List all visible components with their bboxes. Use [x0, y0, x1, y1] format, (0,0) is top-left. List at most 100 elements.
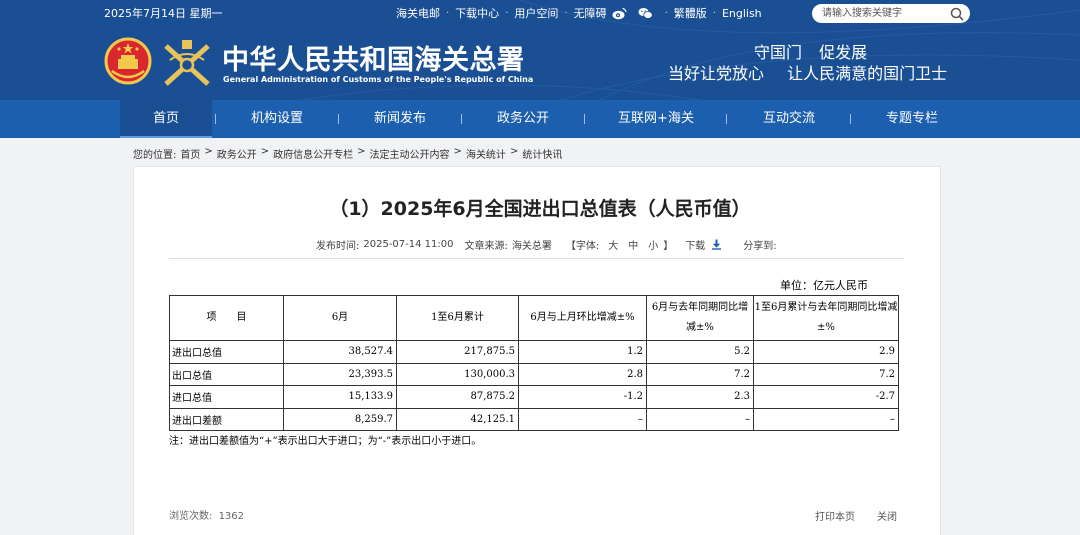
- footer-actions: 打印本页 关闭: [815, 508, 919, 523]
- col-header-june: 6月: [283, 295, 397, 341]
- table-cell: 7.2: [646, 362, 754, 386]
- slogan-line-2: 当好让党放心 让人民满意的国门卫士: [668, 64, 948, 83]
- col-header-jan-jun-cumulative: 1至6月累计: [396, 295, 519, 341]
- breadcrumb-separator: >: [260, 146, 270, 157]
- table-cell: 2.8: [518, 362, 647, 386]
- table-row: 进口总值 15,133.9 87,875.2 -1.2 2.3 -2.7: [169, 385, 899, 409]
- nav-item-internet-plus-customs[interactable]: 互联网+海关: [600, 100, 712, 138]
- table-header-row: 项 目 6月 1至6月累计 6月与上月环比增减±% 6月与去年同期同比增减±% …: [169, 295, 899, 341]
- search-box: [812, 4, 970, 23]
- top-link-accessibility[interactable]: 无障碍: [574, 5, 607, 21]
- top-link-download-center[interactable]: 下载中心: [455, 5, 499, 21]
- breadcrumb: 您的位置: 首页 > 政务公开 > 政府信息公开专栏 > 法定主动公开内容 > …: [133, 146, 562, 161]
- table-cell: 2.3: [646, 385, 754, 409]
- breadcrumb-item-statutory-disclosure[interactable]: 法定主动公开内容: [370, 146, 450, 161]
- nav-item-special-topics[interactable]: 专题专栏: [865, 100, 959, 138]
- lang-english[interactable]: English: [722, 7, 762, 20]
- top-link-user-space[interactable]: 用户空间: [514, 5, 558, 21]
- font-size-small[interactable]: 小: [648, 237, 658, 252]
- article-title: （1）2025年6月全国进出口总值表（人民币值）: [329, 198, 751, 220]
- breadcrumb-separator: >: [509, 146, 519, 157]
- nav-item-organization[interactable]: 机构设置: [230, 100, 324, 138]
- nav-item-home[interactable]: 首页: [120, 100, 212, 138]
- search-input[interactable]: [822, 6, 942, 21]
- weibo-icon[interactable]: [612, 6, 628, 20]
- nav-separator: [584, 114, 585, 124]
- row-label: 出口总值: [169, 362, 284, 386]
- table-cell: –: [646, 407, 754, 431]
- view-count-label: 浏览次数:: [169, 511, 213, 522]
- row-label: 进口总值: [169, 385, 284, 409]
- col-header-yoy-change: 6月与去年同期同比增减±%: [646, 295, 754, 341]
- table-cell: 7.2: [753, 362, 899, 386]
- top-link-separator: ·: [664, 7, 668, 19]
- close-page-link[interactable]: 关闭: [877, 508, 897, 523]
- site-title-english: General Administration of Customs of the…: [223, 75, 534, 84]
- search-icon[interactable]: [950, 6, 964, 25]
- view-count-value: 1362: [218, 511, 245, 522]
- breadcrumb-item-statistics-bulletin[interactable]: 统计快讯: [522, 146, 562, 161]
- table-cell: 42,125.1: [396, 407, 519, 431]
- breadcrumb-separator: >: [357, 146, 366, 157]
- table-cell: –: [518, 407, 647, 431]
- table-cell: 23,393.5: [283, 362, 397, 386]
- table-row: 进出口总值 38,527.4 217,875.5 1.2 5.2 2.9: [169, 340, 899, 364]
- table-cell: 130,000.3: [396, 362, 519, 386]
- table-cell: –: [753, 407, 899, 431]
- nav-separator: [338, 114, 339, 124]
- published-label: 发布时间:: [316, 241, 360, 252]
- download-icon[interactable]: [711, 239, 722, 250]
- share-label: 分享到:: [743, 241, 777, 252]
- col-header-item: 项 目: [169, 295, 284, 341]
- table-cell: -1.2: [518, 385, 647, 409]
- top-link-email[interactable]: 海关电邮: [396, 5, 440, 21]
- col-header-mom-change: 6月与上月环比增减±%: [518, 295, 647, 341]
- download-link[interactable]: 下载: [685, 237, 705, 252]
- top-links-bar: 海关电邮 · 下载中心 · 用户空间 · 无障碍 · 繁體版 · English: [396, 5, 762, 21]
- breadcrumb-item-info-disclosure[interactable]: 政府信息公开专栏: [273, 146, 353, 161]
- nav-separator: [215, 114, 216, 124]
- top-link-separator: ·: [564, 7, 568, 19]
- table-cell: 217,875.5: [396, 340, 519, 364]
- customs-logo-icon: [164, 40, 210, 86]
- nav-item-news[interactable]: 新闻发布: [353, 100, 447, 138]
- current-date: 2025年7月14日 星期一: [104, 7, 223, 20]
- print-page-link[interactable]: 打印本页: [815, 508, 855, 523]
- font-size-label: 【字体:: [565, 241, 600, 252]
- main-nav: 首页 机构设置 新闻发布 政务公开 互联网+海关 互动交流 专题专栏: [0, 100, 1080, 138]
- table-note: 注：进出口差额值为“+”表示出口大于进口；为“-”表示出口小于进口。: [169, 436, 482, 447]
- breadcrumb-separator: >: [453, 146, 462, 157]
- table-cell: 2.9: [753, 340, 899, 364]
- row-label: 进出口总值: [169, 340, 284, 364]
- wechat-icon[interactable]: [638, 6, 654, 20]
- table-cell: 8,259.7: [283, 407, 397, 431]
- table-cell: 38,527.4: [283, 340, 397, 364]
- breadcrumb-item-customs-statistics[interactable]: 海关统计: [466, 146, 506, 161]
- nav-item-interaction[interactable]: 互动交流: [742, 100, 836, 138]
- nav-item-government-affairs[interactable]: 政务公开: [476, 100, 570, 138]
- table-cell: 87,875.2: [396, 385, 519, 409]
- font-size-medium[interactable]: 中: [628, 237, 638, 252]
- article-meta: 发布时间: 2025-07-14 11:00 文章来源: 海关总署 【字体: 大…: [316, 237, 777, 252]
- table-row: 出口总值 23,393.5 130,000.3 2.8 7.2 7.2: [169, 362, 899, 386]
- source-label: 文章来源:: [464, 241, 508, 252]
- site-title-chinese: 中华人民共和国海关总署: [222, 45, 525, 76]
- breadcrumb-prefix: 您的位置:: [133, 150, 177, 161]
- top-link-separator: ·: [446, 7, 450, 19]
- breadcrumb-item-government-affairs[interactable]: 政务公开: [217, 146, 257, 161]
- col-header-cumulative-yoy-change: 1至6月累计与去年同期同比增减±%: [753, 295, 899, 341]
- nav-separator: [726, 114, 727, 124]
- table-cell: 1.2: [518, 340, 647, 364]
- table-unit: 单位：亿元人民币: [780, 279, 868, 292]
- breadcrumb-item-home[interactable]: 首页: [180, 146, 200, 161]
- font-size-label-close: 】: [663, 241, 674, 252]
- site-header: 2025年7月14日 星期一 海关电邮 · 下载中心 · 用户空间 · 无障碍 …: [0, 0, 1080, 100]
- published-time: 2025-07-14 11:00: [363, 239, 454, 250]
- row-label: 进出口差额: [169, 407, 284, 431]
- font-size-large[interactable]: 大: [608, 237, 618, 252]
- table-row: 进出口差额 8,259.7 42,125.1 – – –: [169, 407, 899, 431]
- nav-separator: [461, 114, 462, 124]
- lang-traditional-chinese[interactable]: 繁體版: [674, 5, 707, 21]
- top-link-separator: ·: [712, 7, 716, 19]
- table-cell: 15,133.9: [283, 385, 397, 409]
